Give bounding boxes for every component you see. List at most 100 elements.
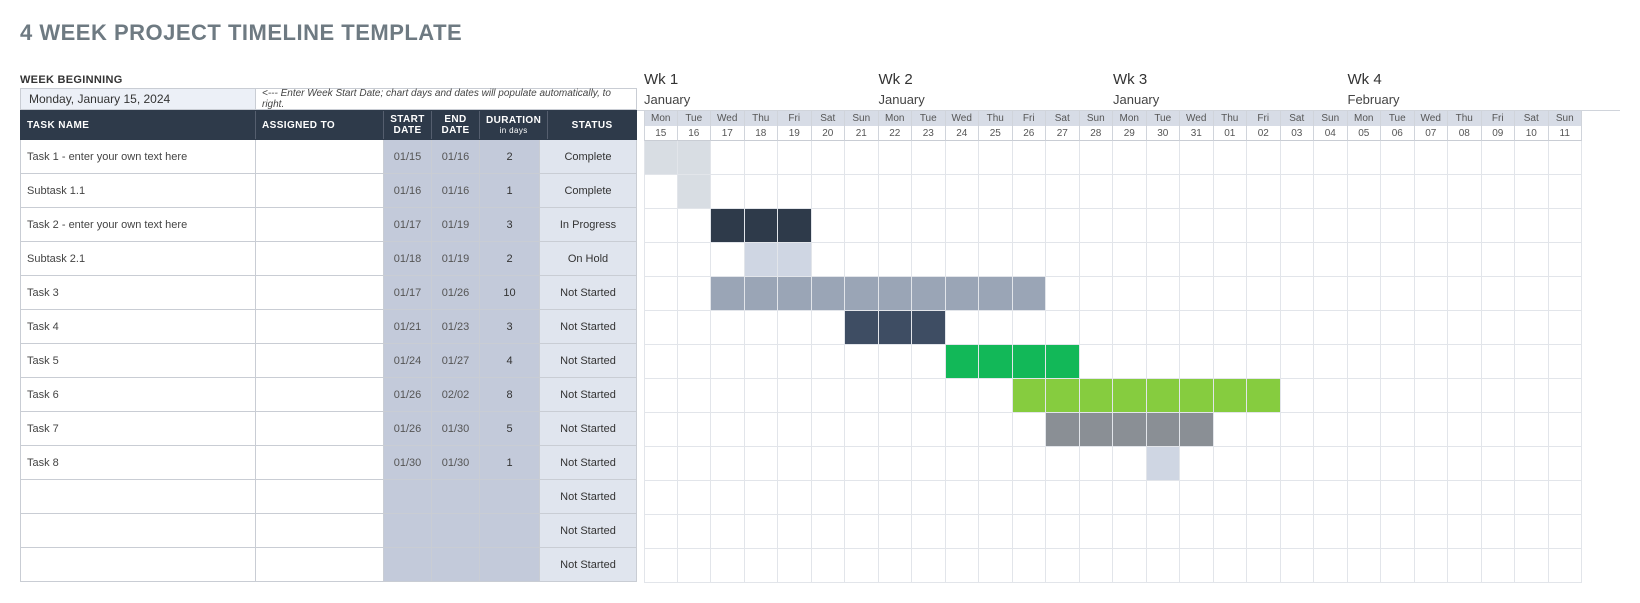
- task-row[interactable]: Task 1 - enter your own text here 01/1501…: [20, 140, 637, 174]
- week-begin-date-input[interactable]: Monday, January 15, 2024: [21, 89, 256, 109]
- cell-assigned-to[interactable]: [256, 412, 384, 445]
- cell-start-date[interactable]: 01/15: [384, 140, 432, 173]
- task-row[interactable]: Subtask 2.1 01/1801/192On Hold: [20, 242, 637, 276]
- cell-start-date[interactable]: [384, 548, 432, 581]
- cell-task-name[interactable]: Task 5: [21, 344, 256, 377]
- cell-assigned-to[interactable]: [256, 344, 384, 377]
- cell-assigned-to[interactable]: [256, 378, 384, 411]
- cell-task-name[interactable]: Task 3: [21, 276, 256, 309]
- cell-status[interactable]: Not Started: [540, 480, 636, 513]
- cell-start-date[interactable]: 01/24: [384, 344, 432, 377]
- cell-assigned-to[interactable]: [256, 480, 384, 513]
- gantt-row: [644, 447, 1620, 481]
- cell-end-date[interactable]: 01/19: [432, 208, 480, 241]
- cell-start-date[interactable]: 01/26: [384, 378, 432, 411]
- cell-assigned-to[interactable]: [256, 208, 384, 241]
- cell-task-name[interactable]: Task 4: [21, 310, 256, 343]
- gantt-cell: [745, 515, 779, 549]
- cell-duration[interactable]: 5: [480, 412, 540, 445]
- cell-task-name[interactable]: Task 6: [21, 378, 256, 411]
- gantt-cell: [1281, 209, 1315, 243]
- cell-status[interactable]: On Hold: [540, 242, 636, 275]
- cell-end-date[interactable]: 01/30: [432, 412, 480, 445]
- cell-end-date[interactable]: 01/23: [432, 310, 480, 343]
- task-row[interactable]: Task 3 01/1701/2610Not Started: [20, 276, 637, 310]
- cell-assigned-to[interactable]: [256, 174, 384, 207]
- task-row[interactable]: Task 5 01/2401/274Not Started: [20, 344, 637, 378]
- cell-task-name[interactable]: Task 1 - enter your own text here: [21, 140, 256, 173]
- cell-end-date[interactable]: [432, 514, 480, 547]
- cell-duration[interactable]: 2: [480, 242, 540, 275]
- cell-duration[interactable]: 8: [480, 378, 540, 411]
- cell-end-date[interactable]: 01/16: [432, 140, 480, 173]
- cell-task-name[interactable]: Subtask 1.1: [21, 174, 256, 207]
- cell-status[interactable]: Not Started: [540, 514, 636, 547]
- cell-start-date[interactable]: 01/16: [384, 174, 432, 207]
- cell-assigned-to[interactable]: [256, 310, 384, 343]
- cell-status[interactable]: Not Started: [540, 446, 636, 479]
- task-row[interactable]: Not Started: [20, 514, 637, 548]
- gantt-cell: [778, 379, 812, 413]
- cell-status[interactable]: Complete: [540, 140, 636, 173]
- cell-end-date[interactable]: 01/27: [432, 344, 480, 377]
- cell-duration[interactable]: 1: [480, 174, 540, 207]
- gantt-cell: [1314, 311, 1348, 345]
- cell-start-date[interactable]: 01/30: [384, 446, 432, 479]
- task-row[interactable]: Subtask 1.101/1601/161Complete: [20, 174, 637, 208]
- task-row[interactable]: Task 6 01/2602/028Not Started: [20, 378, 637, 412]
- cell-assigned-to[interactable]: [256, 242, 384, 275]
- cell-assigned-to[interactable]: [256, 140, 384, 173]
- cell-duration[interactable]: [480, 480, 540, 513]
- cell-duration[interactable]: [480, 514, 540, 547]
- cell-end-date[interactable]: 01/26: [432, 276, 480, 309]
- cell-status[interactable]: Not Started: [540, 412, 636, 445]
- cell-task-name[interactable]: Task 2 - enter your own text here: [21, 208, 256, 241]
- cell-status[interactable]: In Progress: [540, 208, 636, 241]
- cell-end-date[interactable]: 02/02: [432, 378, 480, 411]
- cell-start-date[interactable]: 01/17: [384, 276, 432, 309]
- cell-status[interactable]: Not Started: [540, 344, 636, 377]
- cell-task-name[interactable]: [21, 480, 256, 513]
- cell-status[interactable]: Not Started: [540, 548, 636, 581]
- cell-duration[interactable]: 3: [480, 310, 540, 343]
- cell-task-name[interactable]: Subtask 2.1: [21, 242, 256, 275]
- gantt-cell: [1147, 209, 1181, 243]
- cell-status[interactable]: Not Started: [540, 310, 636, 343]
- cell-start-date[interactable]: 01/21: [384, 310, 432, 343]
- cell-assigned-to[interactable]: [256, 276, 384, 309]
- cell-end-date[interactable]: 01/30: [432, 446, 480, 479]
- cell-assigned-to[interactable]: [256, 446, 384, 479]
- cell-start-date[interactable]: 01/18: [384, 242, 432, 275]
- cell-status[interactable]: Not Started: [540, 276, 636, 309]
- cell-assigned-to[interactable]: [256, 548, 384, 581]
- cell-end-date[interactable]: [432, 480, 480, 513]
- cell-duration[interactable]: [480, 548, 540, 581]
- cell-duration[interactable]: 2: [480, 140, 540, 173]
- cell-status[interactable]: Not Started: [540, 378, 636, 411]
- cell-duration[interactable]: 10: [480, 276, 540, 309]
- gantt-day-number: 06: [1381, 126, 1415, 141]
- task-row[interactable]: Task 4 01/2101/233Not Started: [20, 310, 637, 344]
- cell-duration[interactable]: 4: [480, 344, 540, 377]
- task-row[interactable]: Task 7 01/2601/305Not Started: [20, 412, 637, 446]
- cell-end-date[interactable]: 01/19: [432, 242, 480, 275]
- cell-task-name[interactable]: Task 8: [21, 446, 256, 479]
- cell-task-name[interactable]: [21, 514, 256, 547]
- cell-end-date[interactable]: [432, 548, 480, 581]
- cell-start-date[interactable]: 01/26: [384, 412, 432, 445]
- gantt-cell: [745, 311, 779, 345]
- cell-assigned-to[interactable]: [256, 514, 384, 547]
- cell-end-date[interactable]: 01/16: [432, 174, 480, 207]
- cell-duration[interactable]: 3: [480, 208, 540, 241]
- task-row[interactable]: Task 2 - enter your own text here 01/1701…: [20, 208, 637, 242]
- cell-task-name[interactable]: [21, 548, 256, 581]
- cell-start-date[interactable]: 01/17: [384, 208, 432, 241]
- cell-task-name[interactable]: Task 7: [21, 412, 256, 445]
- cell-status[interactable]: Complete: [540, 174, 636, 207]
- cell-start-date[interactable]: [384, 480, 432, 513]
- cell-duration[interactable]: 1: [480, 446, 540, 479]
- cell-start-date[interactable]: [384, 514, 432, 547]
- task-row[interactable]: Task 801/3001/301Not Started: [20, 446, 637, 480]
- task-row[interactable]: Not Started: [20, 480, 637, 514]
- task-row[interactable]: Not Started: [20, 548, 637, 582]
